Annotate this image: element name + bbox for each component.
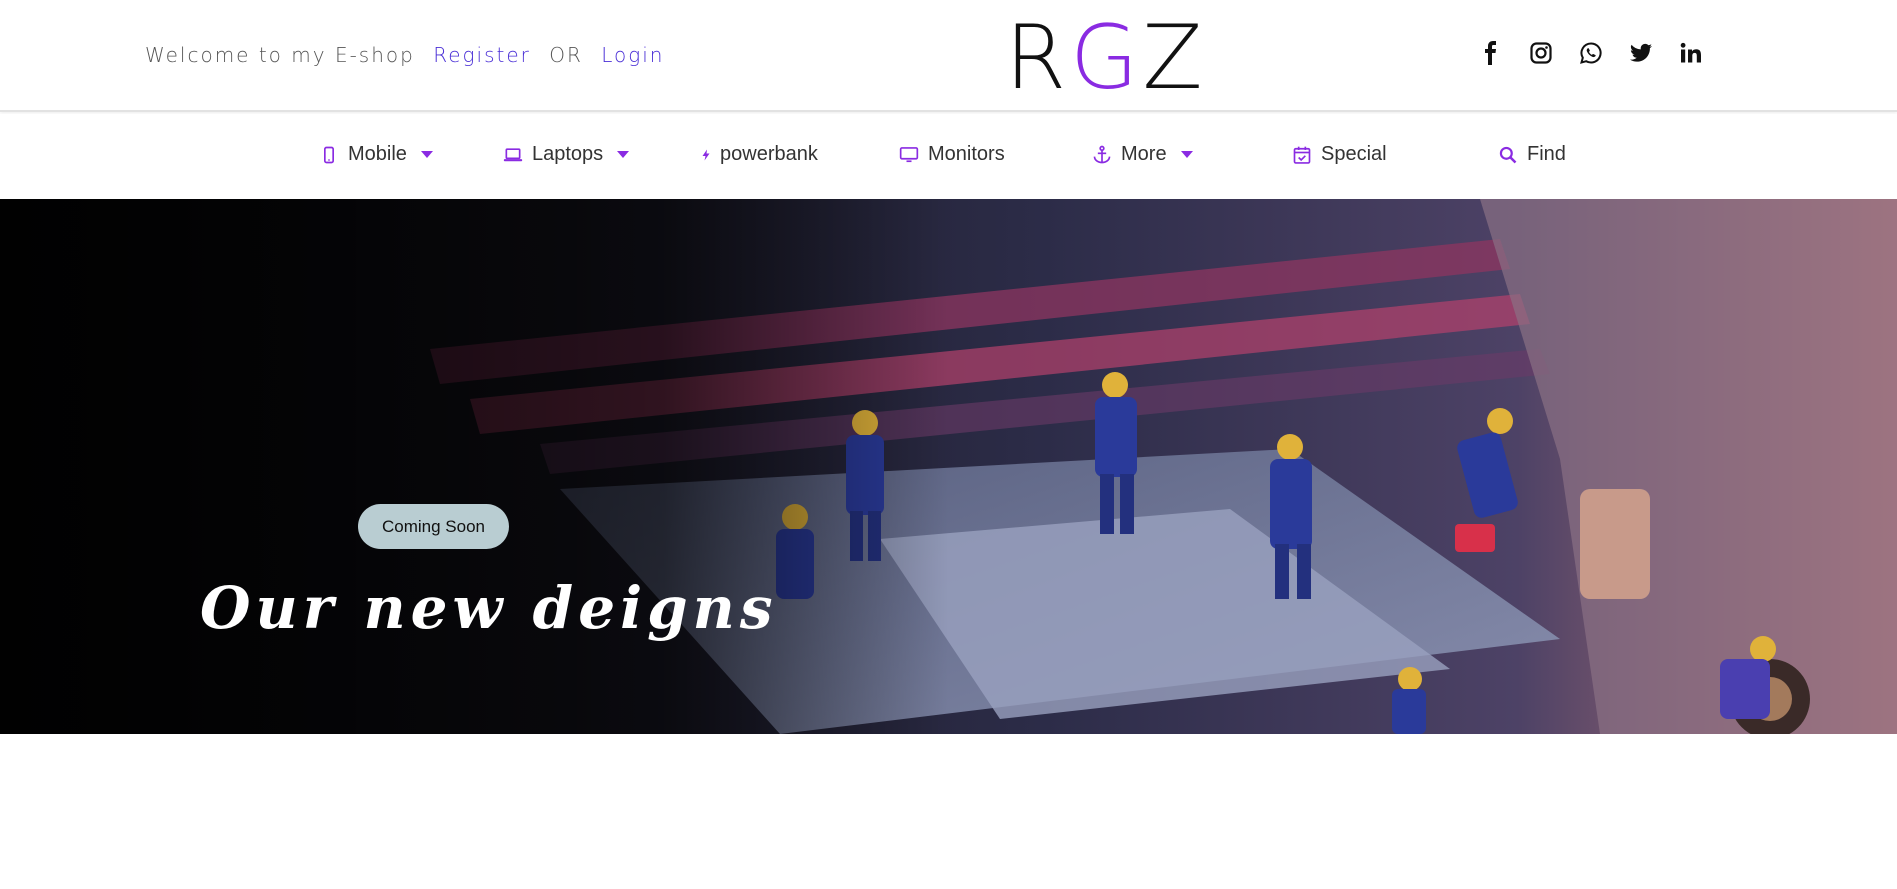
nav-item-more[interactable]: More	[1091, 143, 1193, 166]
nav-item-powerbank[interactable]: powerbank	[700, 143, 818, 166]
logo-letter-g: G	[1070, 6, 1143, 109]
instagram-icon[interactable]	[1528, 40, 1554, 66]
laptop-icon	[502, 144, 524, 166]
chevron-down-icon	[1180, 151, 1193, 158]
nav-item-mobile[interactable]: Mobile	[318, 143, 433, 166]
nav-item-monitors[interactable]: Monitors	[898, 143, 1005, 166]
nav-item-label: Mobile	[348, 143, 407, 165]
logo-letter-z: Z	[1142, 6, 1207, 109]
search-icon	[1497, 144, 1519, 166]
nav-item-label: powerbank	[720, 143, 818, 165]
or-separator: OR	[549, 43, 583, 67]
facebook-icon[interactable]	[1478, 40, 1504, 66]
monitor-icon	[898, 144, 920, 166]
nav-item-find[interactable]: Find	[1497, 143, 1566, 166]
nav-item-label: Special	[1321, 143, 1387, 165]
nav-item-special[interactable]: Special	[1291, 143, 1387, 166]
whatsapp-icon[interactable]	[1578, 40, 1604, 66]
nav-item-label: Find	[1527, 143, 1566, 165]
nav-item-label: More	[1121, 143, 1167, 165]
chevron-down-icon	[617, 151, 630, 158]
site-logo[interactable]: RGZ	[1005, 8, 1207, 108]
twitter-icon[interactable]	[1628, 40, 1654, 66]
main-nav: Mobile Laptops powerbank Monitors More S…	[0, 114, 1897, 199]
chevron-down-icon	[420, 151, 433, 158]
bolt-icon	[700, 144, 712, 166]
welcome-bar: Welcome to my E-shop Register OR Login	[145, 43, 664, 67]
hero-title: Our new deigns	[200, 574, 778, 642]
nav-item-label: Monitors	[928, 143, 1005, 165]
nav-item-label: Laptops	[532, 143, 604, 165]
logo-letter-r: R	[1005, 6, 1071, 109]
linkedin-icon[interactable]	[1678, 40, 1704, 66]
top-header: Welcome to my E-shop Register OR Login R…	[0, 0, 1897, 112]
login-link[interactable]: Login	[601, 43, 664, 67]
coming-soon-badge[interactable]: Coming Soon	[358, 504, 509, 549]
calendar-check-icon	[1291, 144, 1313, 166]
welcome-text: Welcome to my E-shop	[145, 43, 415, 67]
mobile-icon	[318, 144, 340, 166]
social-links	[1478, 40, 1704, 66]
anchor-icon	[1091, 144, 1113, 166]
nav-item-laptops[interactable]: Laptops	[502, 143, 630, 166]
hero-banner: Coming Soon Our new deigns	[0, 199, 1897, 734]
register-link[interactable]: Register	[433, 43, 531, 67]
hero-background-image	[0, 199, 1897, 734]
